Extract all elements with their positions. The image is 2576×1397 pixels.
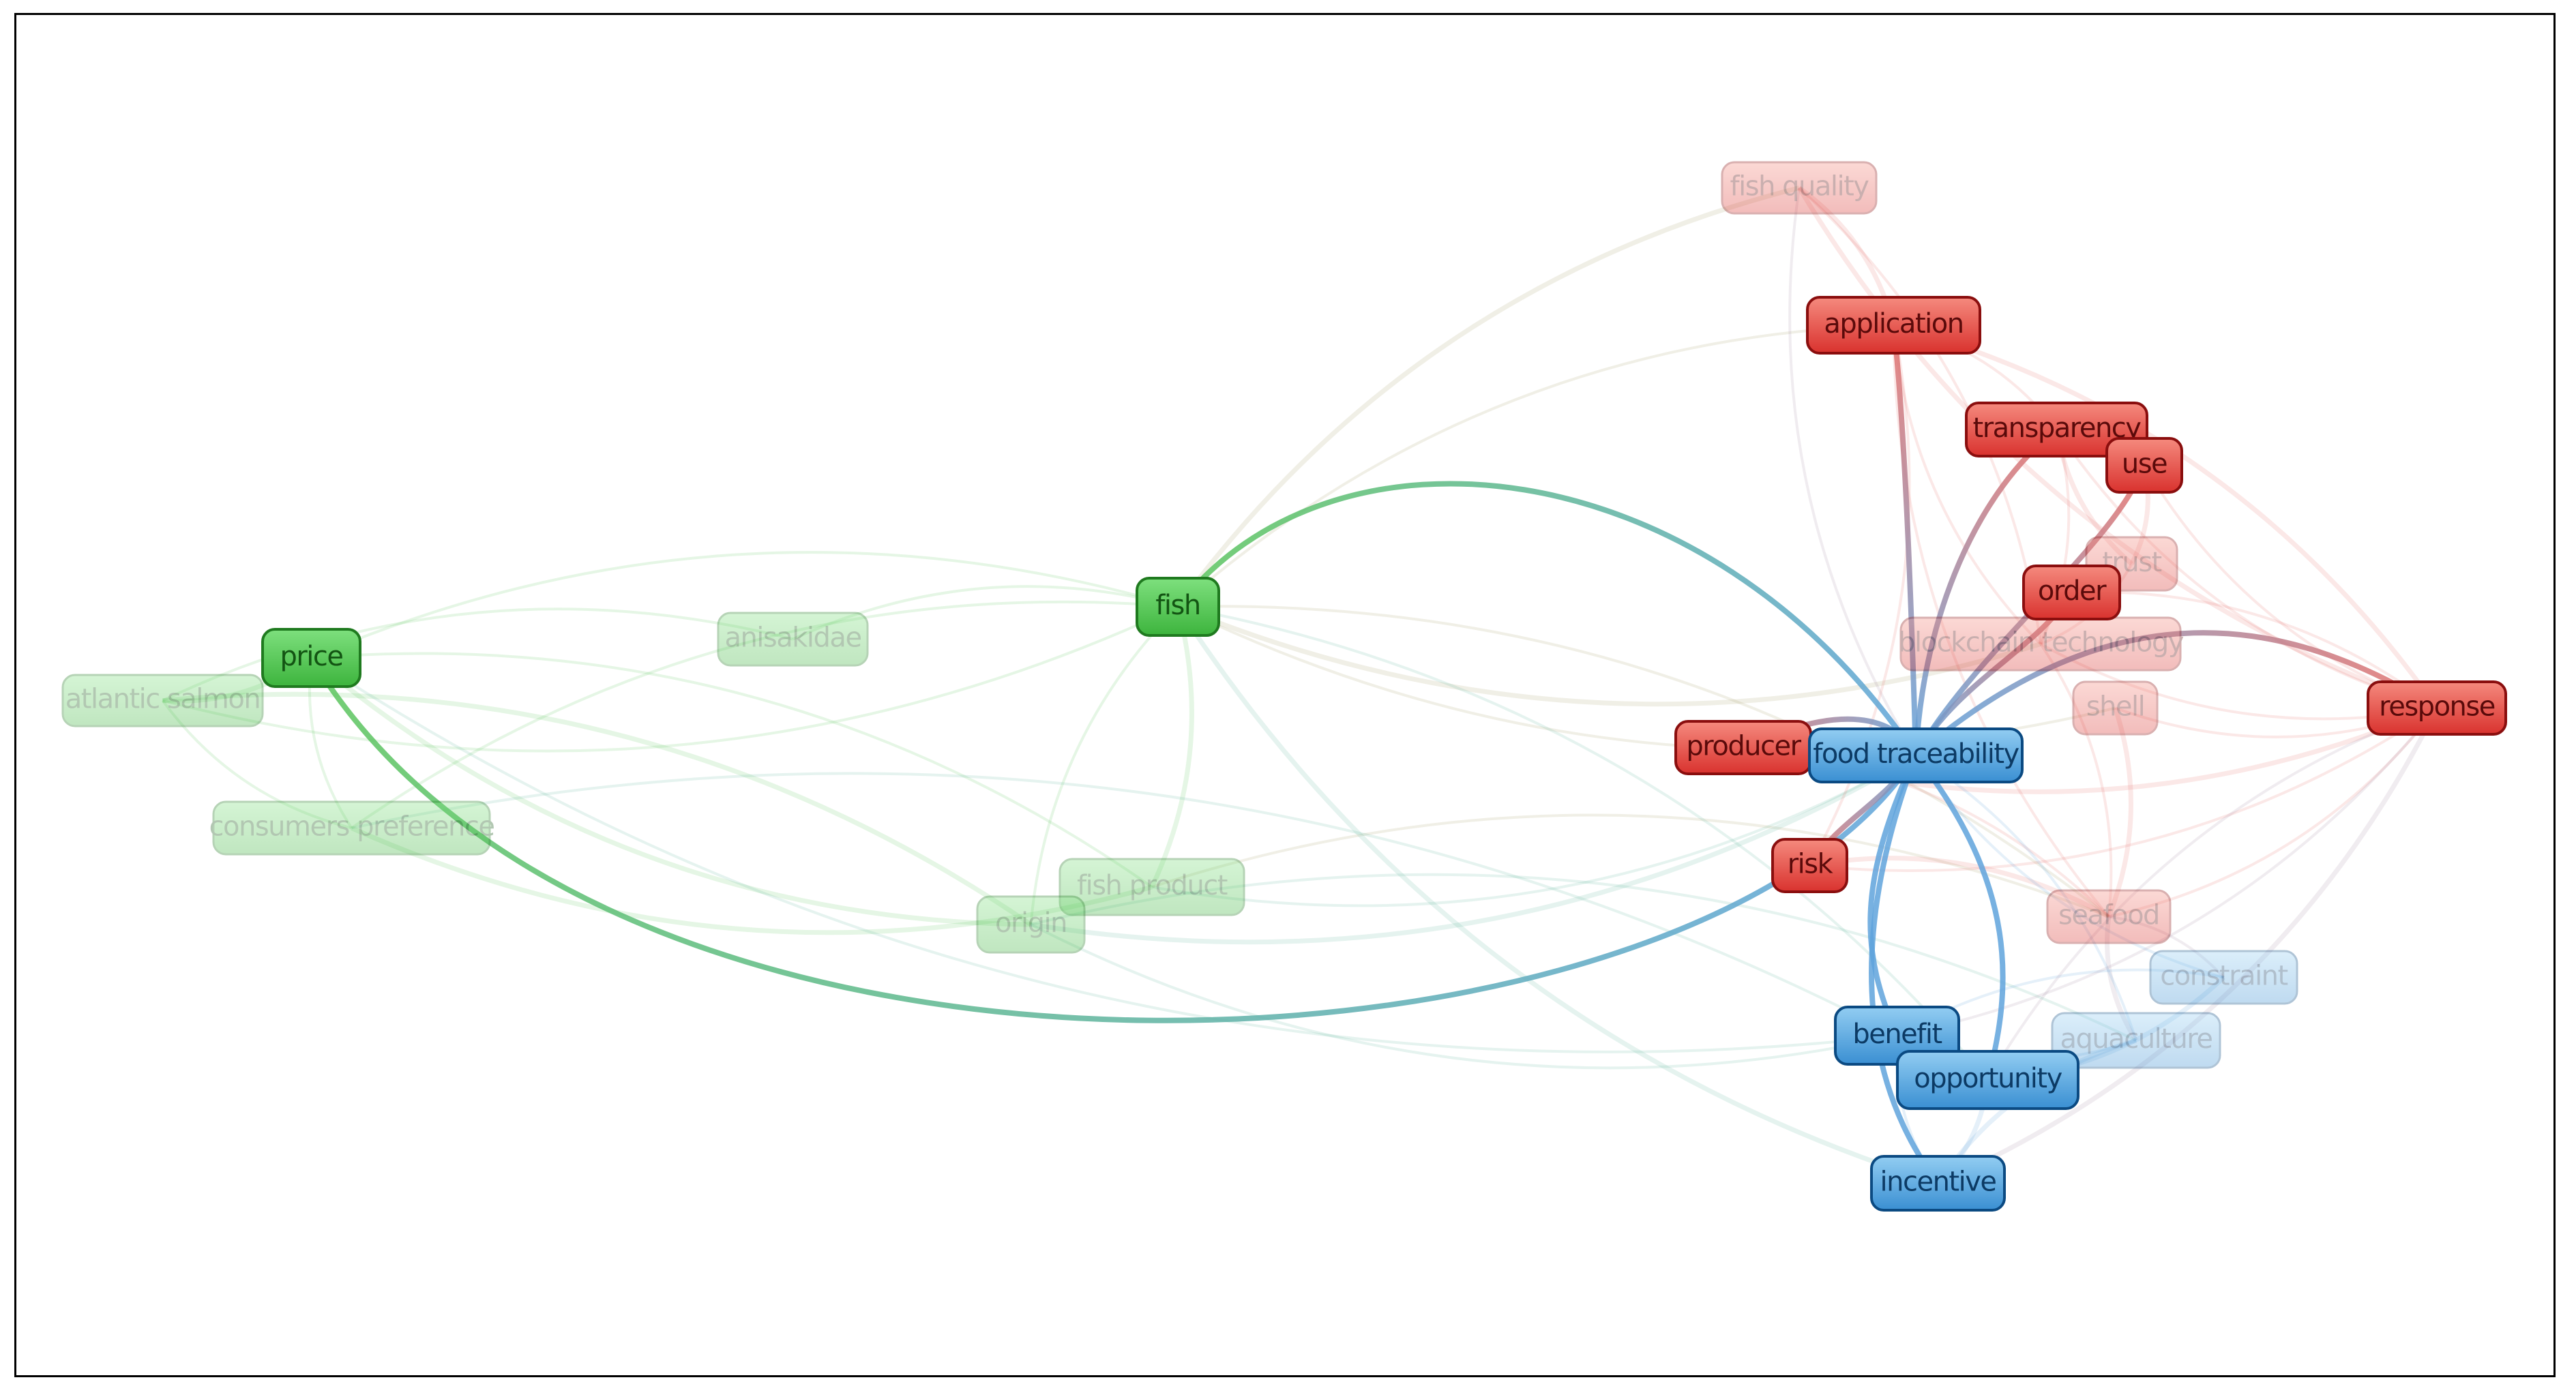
node-label: incentive — [1880, 1167, 1996, 1198]
node-application[interactable]: application — [1806, 296, 1981, 355]
node-constraint[interactable]: constraint — [2149, 950, 2298, 1005]
node-label: use — [2122, 449, 2167, 480]
node-label: fish quality — [1730, 171, 1869, 202]
node-label: origin — [995, 907, 1067, 939]
node-fish-product[interactable]: fish product — [1058, 858, 1245, 916]
node-incentive[interactable]: incentive — [1870, 1155, 2006, 1212]
node-fish[interactable]: fish — [1136, 577, 1220, 637]
node-risk[interactable]: risk — [1771, 838, 1848, 893]
node-atlantic-salmon[interactable]: atlantic salmon — [61, 674, 264, 727]
network-canvas[interactable]: atlantic salmon consumers preference anisa… — [0, 0, 2576, 1397]
node-order[interactable]: order — [2022, 565, 2121, 620]
node-label: producer — [1686, 731, 1801, 762]
node-label: fish — [1155, 590, 1200, 621]
node-shell[interactable]: shell — [2072, 680, 2159, 736]
node-consumers-preference[interactable]: consumers preference — [209, 800, 495, 856]
link-fish-fish_quality — [1176, 185, 1800, 609]
node-label: opportunity — [1914, 1063, 2062, 1094]
node-label: food traceability — [1813, 738, 2019, 770]
nodes-layer: atlantic salmon consumers preference anisa… — [61, 161, 2507, 1212]
node-producer[interactable]: producer — [1674, 720, 1812, 775]
link-fish-fish_product — [1149, 606, 1194, 888]
node-label: blockchain technology — [1898, 627, 2184, 659]
node-opportunity[interactable]: opportunity — [1896, 1050, 2079, 1110]
node-fish-quality[interactable]: fish quality — [1721, 161, 1878, 215]
node-food-traceability[interactable]: food traceability — [1808, 727, 2024, 783]
node-blockchain-technology[interactable]: blockchain technology — [1898, 616, 2185, 672]
node-label: benefit — [1852, 1019, 1942, 1050]
node-origin[interactable]: origin — [976, 895, 1086, 954]
link-fish-application — [1176, 324, 1894, 608]
link-application-blockchain_technology — [1892, 325, 2042, 645]
node-label: application — [1824, 308, 1963, 340]
node-label: seafood — [2058, 900, 2159, 931]
node-label: shell — [2086, 691, 2145, 723]
node-label: response — [2379, 691, 2495, 723]
node-label: atlantic salmon — [65, 684, 260, 715]
highlighted-link-fish — [1175, 481, 1919, 758]
node-label: risk — [1788, 849, 1834, 880]
node-label: consumers preference — [209, 811, 494, 843]
node-label: constraint — [2160, 961, 2288, 992]
node-seafood[interactable]: seafood — [2046, 889, 2172, 944]
node-label: aquaculture — [2060, 1023, 2212, 1055]
node-label: price — [280, 641, 342, 672]
node-label: order — [2038, 575, 2107, 607]
node-label: anisakidae — [724, 622, 861, 654]
node-response[interactable]: response — [2367, 680, 2507, 736]
node-anisakidae[interactable]: anisakidae — [717, 612, 869, 667]
node-use[interactable]: use — [2105, 437, 2183, 494]
node-price[interactable]: price — [261, 628, 361, 688]
node-label: fish product — [1077, 870, 1228, 901]
